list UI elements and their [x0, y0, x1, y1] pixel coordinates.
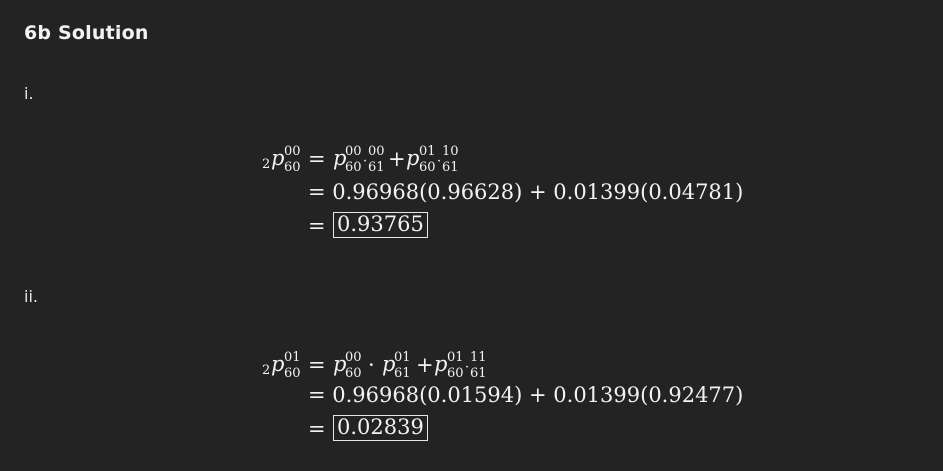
lhs-pre-subscript: 2	[262, 363, 271, 378]
lhs-superscript: 00	[284, 144, 301, 159]
equals-sign: =	[308, 214, 326, 238]
term-subscript: 60	[345, 160, 362, 175]
equals-sign: =	[308, 417, 326, 441]
lhs-subscript: 60	[284, 160, 301, 175]
term-superscript: 01	[419, 144, 436, 159]
dot-operator: ·	[363, 154, 368, 169]
term-superscript: 00	[345, 144, 362, 159]
term-subscript: 60	[345, 366, 362, 381]
equals-sign: =	[308, 147, 326, 171]
numeric-expression: = 0.96968(0.96628) + 0.01399(0.04781)	[308, 180, 744, 204]
term-superscript: 11	[470, 350, 487, 365]
term-base: p	[406, 146, 420, 170]
plus-sign: +	[416, 353, 434, 377]
term-base: p	[434, 352, 448, 376]
numeric-expression: = 0.96968(0.01594) + 0.01399(0.92477)	[308, 383, 744, 407]
boxed-result: 0.93765	[333, 212, 428, 238]
term-subscript: 61	[442, 160, 459, 175]
boxed-result: 0.02839	[333, 415, 428, 441]
term-subscript: 60	[419, 160, 436, 175]
math-area: 2 p 00 60 = p 00 60 · 00 61 + p 01 60 · …	[0, 0, 943, 471]
term-superscript: 01	[447, 350, 464, 365]
lhs-base: p	[271, 146, 285, 170]
lhs-base: p	[271, 352, 285, 376]
lhs-superscript: 01	[284, 350, 301, 365]
term-subscript: 61	[394, 366, 411, 381]
plus-sign: +	[388, 147, 406, 171]
term-superscript: 00	[368, 144, 385, 159]
term-superscript: 00	[345, 350, 362, 365]
term-superscript: 10	[442, 144, 459, 159]
term-superscript: 01	[394, 350, 411, 365]
dot-operator: ·	[437, 154, 442, 169]
dot-operator: ·	[368, 353, 375, 377]
lhs-subscript: 60	[284, 366, 301, 381]
term-subscript: 61	[470, 366, 487, 381]
dot-operator: ·	[465, 360, 470, 375]
equals-sign: =	[308, 353, 326, 377]
term-subscript: 60	[447, 366, 464, 381]
lhs-pre-subscript: 2	[262, 157, 271, 172]
term-subscript: 61	[368, 160, 385, 175]
